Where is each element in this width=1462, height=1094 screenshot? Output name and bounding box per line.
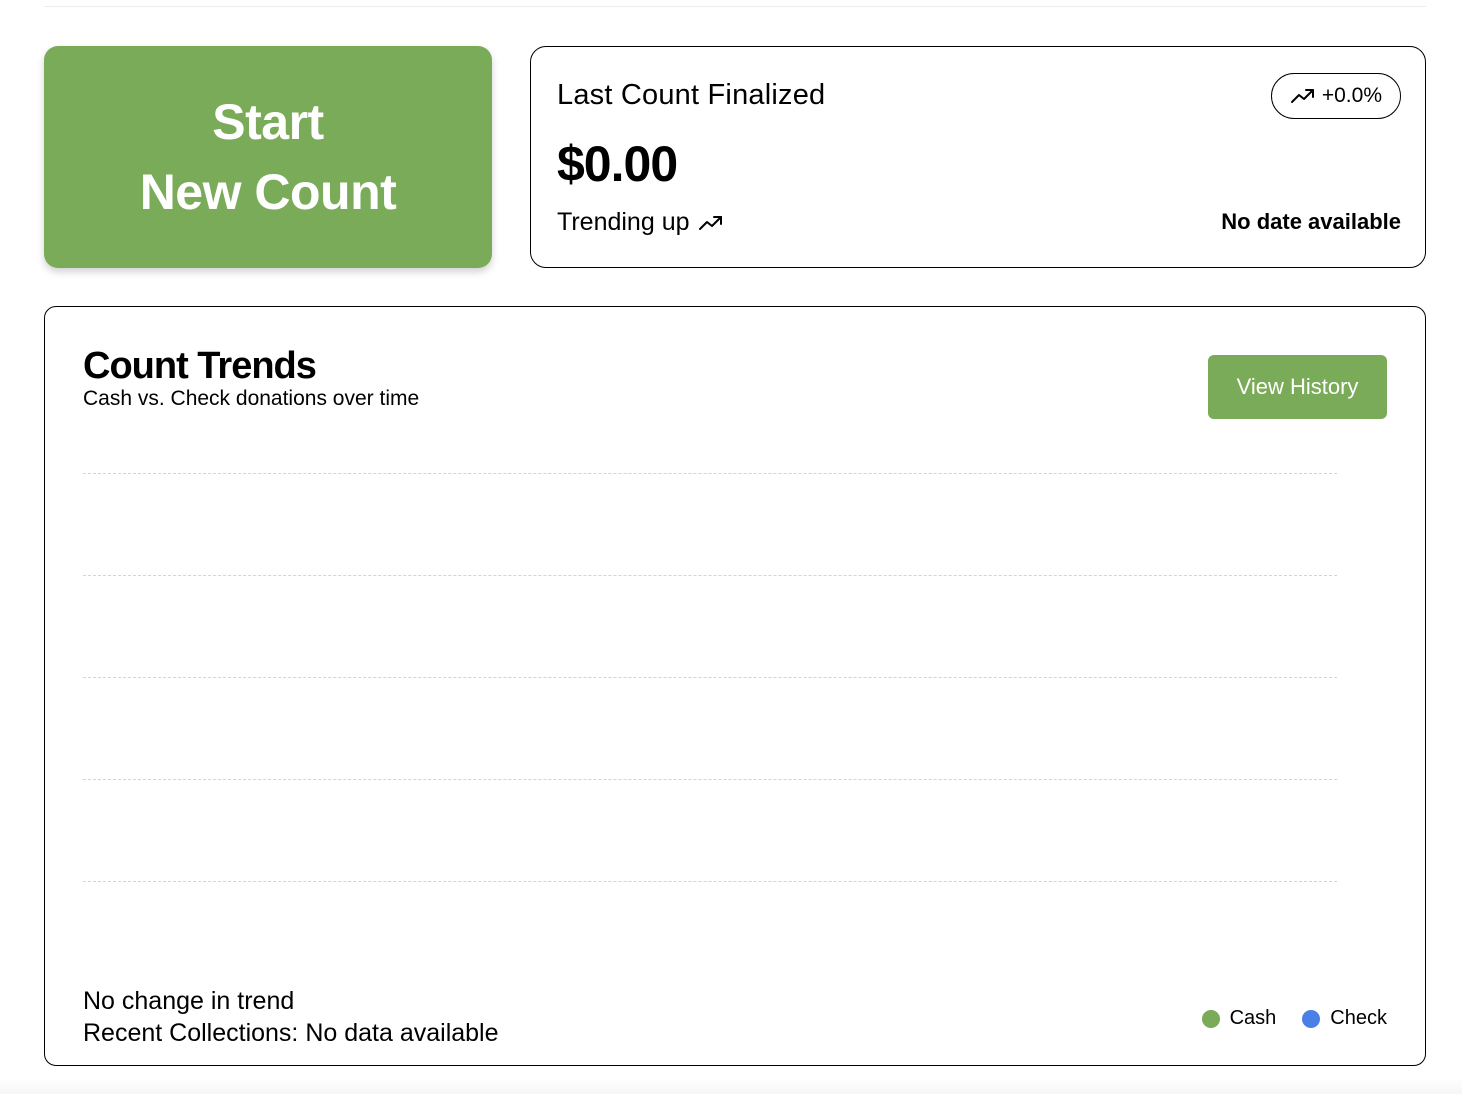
- trending-up-icon: [698, 215, 722, 230]
- count-trends-subtitle: Cash vs. Check donations over time: [83, 387, 420, 410]
- chart-gridline: [83, 677, 1337, 678]
- trend-note: No change in trend: [83, 987, 295, 1015]
- start-button-line2: New Count: [139, 164, 397, 220]
- start-button-line1: Start: [212, 94, 324, 150]
- last-count-amount: $0.00: [557, 136, 678, 192]
- cash-dot: [1201, 1009, 1220, 1028]
- percent-change-badge: +0.0%: [1270, 73, 1401, 119]
- recent-collections: Recent Collections: No data available: [83, 1019, 499, 1047]
- last-count-title: Last Count Finalized: [557, 79, 826, 111]
- percent-change-text: +0.0%: [1321, 84, 1382, 107]
- legend-label-check: Check: [1330, 1007, 1387, 1029]
- last-count-card: Last Count Finalized $0.00 Trending up +…: [530, 46, 1426, 268]
- chart-gridline: [83, 473, 1337, 474]
- last-count-date: No date available: [1221, 209, 1401, 234]
- chart-gridline: [83, 575, 1337, 576]
- check-dot: [1302, 1009, 1321, 1028]
- legend-item-cash: Cash: [1201, 1007, 1277, 1030]
- chart-legend: Cash Check: [1201, 1007, 1387, 1030]
- bottom-strip: [0, 1078, 1462, 1094]
- start-new-count-button[interactable]: Start New Count: [44, 46, 492, 268]
- count-trends-title: Count Trends: [83, 345, 317, 387]
- count-trends-card: Count Trends Cash vs. Check donations ov…: [44, 306, 1426, 1066]
- legend-item-check: Check: [1302, 1007, 1387, 1030]
- trending-up-icon: [1290, 89, 1314, 103]
- top-divider: [44, 6, 1426, 7]
- trend-label: Trending up: [557, 208, 690, 236]
- view-history-button[interactable]: View History: [1208, 355, 1387, 419]
- trend-chart: [83, 457, 1337, 927]
- legend-label-cash: Cash: [1229, 1007, 1277, 1029]
- chart-gridline: [83, 779, 1337, 780]
- chart-gridline: [83, 881, 1337, 882]
- trend-row: Trending up: [557, 208, 724, 237]
